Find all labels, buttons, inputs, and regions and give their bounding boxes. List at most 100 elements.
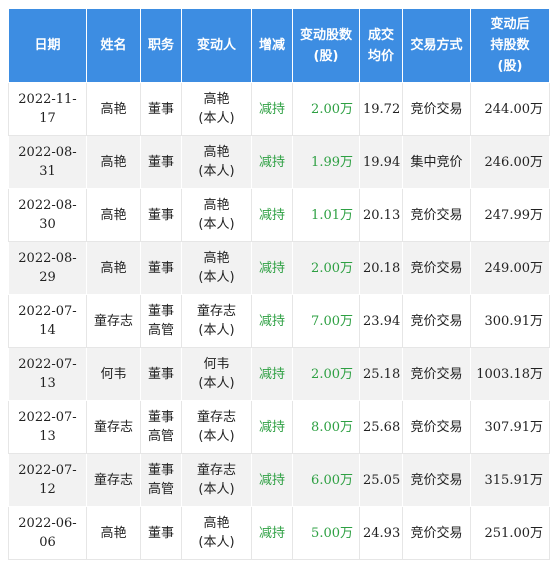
cell-changer: 童存志 (本人) — [181, 453, 252, 507]
cell-name: 高艳 — [86, 241, 141, 295]
column-header-changer: 变动人 — [181, 8, 252, 83]
cell-trade-method: 竞价交易 — [402, 294, 471, 348]
shareholding-change-table: 日期 姓名 职务 变动人 增减 变动股数 (股) 成交 均价 交易方式 变动后 持股数 (股) 2022… — [8, 8, 550, 560]
cell-change-shares: 5.00万 — [292, 506, 360, 560]
cell-changer: 高艳 (本人) — [181, 135, 252, 189]
cell-avg-price: 25.68 — [359, 400, 403, 454]
cell-name: 何韦 — [86, 347, 141, 401]
column-header-date: 日期 — [8, 8, 87, 83]
cell-changer: 高艳 (本人) — [181, 506, 252, 560]
cell-changer: 高艳 (本人) — [181, 82, 252, 136]
cell-holdings-after: 244.00万 — [470, 82, 550, 136]
cell-holdings-after: 307.91万 — [470, 400, 550, 454]
cell-trade-method: 集中竞价 — [402, 135, 471, 189]
cell-date: 2022-06-06 — [8, 506, 87, 560]
cell-direction: 减持 — [251, 400, 293, 454]
cell-date: 2022-07-14 — [8, 294, 87, 348]
cell-date: 2022-07-12 — [8, 453, 87, 507]
cell-name: 童存志 — [86, 453, 141, 507]
cell-avg-price: 23.94 — [359, 294, 403, 348]
column-header-avg-price: 成交 均价 — [359, 8, 403, 83]
cell-name: 高艳 — [86, 135, 141, 189]
cell-trade-method: 竞价交易 — [402, 188, 471, 242]
cell-name: 高艳 — [86, 506, 141, 560]
cell-direction: 减持 — [251, 82, 293, 136]
column-header-trade-method: 交易方式 — [402, 8, 471, 83]
column-header-change-shares: 变动股数 (股) — [292, 8, 360, 83]
cell-position: 董事 — [140, 506, 182, 560]
cell-direction: 减持 — [251, 241, 293, 295]
cell-direction: 减持 — [251, 135, 293, 189]
cell-trade-method: 竞价交易 — [402, 82, 471, 136]
cell-position: 董事 高管 — [140, 453, 182, 507]
table-body: 2022-11-17 高艳 董事 高艳 (本人) 减持 2.00万 19.72 竞价交易 244.… — [8, 82, 550, 560]
cell-change-shares: 7.00万 — [292, 294, 360, 348]
table-row: 2022-07-13 何韦 董事 何韦 (本人) 减持 2.00万 25.18 竞价交易 1003… — [8, 347, 550, 401]
table-row: 2022-11-17 高艳 董事 高艳 (本人) 减持 2.00万 19.72 竞价交易 244.… — [8, 82, 550, 136]
cell-position: 董事 — [140, 82, 182, 136]
page: ​ 日期姓名职务变动人增减变动股数(股)成交均价交易方式变动后持股数(股) 20… — [0, 0, 550, 567]
table-header-row: 日期 姓名 职务 变动人 增减 变动股数 (股) 成交 均价 交易方式 变动后 持股数 (股) — [8, 8, 550, 83]
column-header-direction: 增减 — [251, 8, 293, 83]
table-row: 2022-07-13 童存志 董事 高管 童存志 (本人) 减持 8.00万 25.68 竞价交易… — [8, 400, 550, 454]
cell-holdings-after: 1003.18万 — [470, 347, 550, 401]
cell-direction: 减持 — [251, 188, 293, 242]
cell-holdings-after: 247.99万 — [470, 188, 550, 242]
cell-direction: 减持 — [251, 294, 293, 348]
cell-change-shares: 2.00万 — [292, 347, 360, 401]
cell-position: 董事 — [140, 188, 182, 242]
cell-avg-price: 25.18 — [359, 347, 403, 401]
cell-date: 2022-08-29 — [8, 241, 87, 295]
cell-trade-method: 竞价交易 — [402, 506, 471, 560]
cell-date: 2022-07-13 — [8, 400, 87, 454]
cell-changer: 何韦 (本人) — [181, 347, 252, 401]
cell-avg-price: 24.93 — [359, 506, 403, 560]
cell-change-shares: 6.00万 — [292, 453, 360, 507]
cell-holdings-after: 251.00万 — [470, 506, 550, 560]
cell-holdings-after: 300.91万 — [470, 294, 550, 348]
table-row: 2022-08-31 高艳 董事 高艳 (本人) 减持 1.99万 19.94 集中竞价 246.… — [8, 135, 550, 189]
cell-date: 2022-11-17 — [8, 82, 87, 136]
cell-position: 董事 高管 — [140, 400, 182, 454]
cell-date: 2022-08-31 — [8, 135, 87, 189]
cell-direction: 减持 — [251, 506, 293, 560]
cell-avg-price: 19.94 — [359, 135, 403, 189]
cell-avg-price: 19.72 — [359, 82, 403, 136]
column-header-position: 职务 — [140, 8, 182, 83]
column-header-name: 姓名 — [86, 8, 141, 83]
cell-changer: 高艳 (本人) — [181, 188, 252, 242]
table-row: 2022-08-29 高艳 董事 高艳 (本人) 减持 2.00万 20.18 竞价交易 249.… — [8, 241, 550, 295]
cell-trade-method: 竞价交易 — [402, 241, 471, 295]
column-header-holdings-after: 变动后 持股数 (股) — [470, 8, 550, 83]
cell-position: 董事 — [140, 241, 182, 295]
cell-trade-method: 竞价交易 — [402, 400, 471, 454]
cell-change-shares: 2.00万 — [292, 241, 360, 295]
cell-direction: 减持 — [251, 347, 293, 401]
cell-date: 2022-08-30 — [8, 188, 87, 242]
cell-name: 童存志 — [86, 294, 141, 348]
cell-changer: 高艳 (本人) — [181, 241, 252, 295]
cell-avg-price: 20.13 — [359, 188, 403, 242]
cell-changer: 童存志 (本人) — [181, 294, 252, 348]
cell-name: 高艳 — [86, 82, 141, 136]
cell-avg-price: 20.18 — [359, 241, 403, 295]
cell-avg-price: 25.05 — [359, 453, 403, 507]
cell-changer: 童存志 (本人) — [181, 400, 252, 454]
cell-name: 童存志 — [86, 400, 141, 454]
cell-name: 高艳 — [86, 188, 141, 242]
cell-change-shares: 8.00万 — [292, 400, 360, 454]
cell-trade-method: 竞价交易 — [402, 347, 471, 401]
cell-holdings-after: 249.00万 — [470, 241, 550, 295]
table-row: 2022-08-30 高艳 董事 高艳 (本人) 减持 1.01万 20.13 竞价交易 247.… — [8, 188, 550, 242]
cell-change-shares: 2.00万 — [292, 82, 360, 136]
cell-trade-method: 竞价交易 — [402, 453, 471, 507]
cell-position: 董事 — [140, 347, 182, 401]
table-row: 2022-06-06 高艳 董事 高艳 (本人) 减持 5.00万 24.93 竞价交易 251.… — [8, 506, 550, 560]
table-row: 2022-07-14 童存志 董事 高管 童存志 (本人) 减持 7.00万 23.94 竞价交易… — [8, 294, 550, 348]
cell-change-shares: 1.99万 — [292, 135, 360, 189]
cell-change-shares: 1.01万 — [292, 188, 360, 242]
cell-date: 2022-07-13 — [8, 347, 87, 401]
cell-direction: 减持 — [251, 453, 293, 507]
cell-position: 董事 高管 — [140, 294, 182, 348]
cell-position: 董事 — [140, 135, 182, 189]
